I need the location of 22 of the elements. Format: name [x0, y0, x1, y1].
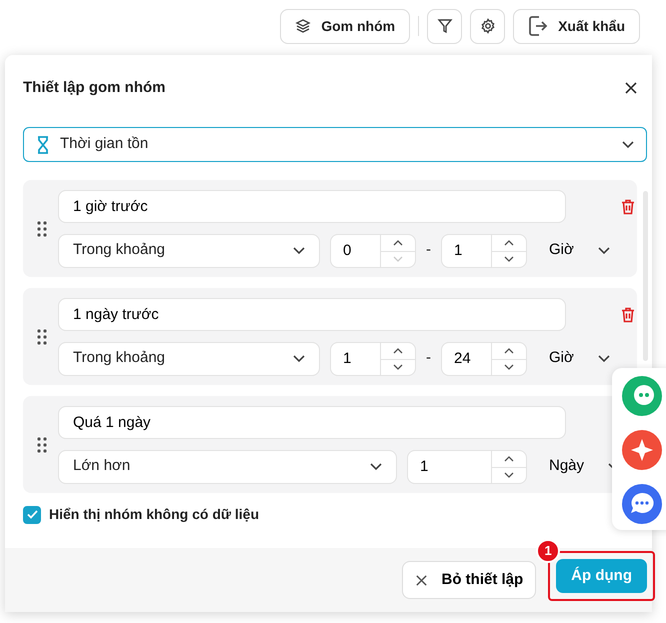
number-field[interactable]: 1 — [441, 234, 491, 268]
range-dash: - — [426, 240, 431, 260]
condition-dropdown[interactable]: Trong khoảng — [58, 234, 320, 268]
export-button[interactable]: Xuất khẩu — [513, 8, 640, 44]
step-badge: 1 — [536, 539, 560, 563]
number-field[interactable]: 1 — [330, 342, 380, 376]
number-field[interactable]: 0 — [330, 234, 380, 268]
number-field[interactable]: 24 — [441, 342, 491, 376]
dialog-title: Thiết lập gom nhóm — [23, 78, 166, 98]
group-name-field[interactable]: 1 giờ trước — [58, 190, 566, 222]
reset-button[interactable]: Bỏ thiết lập — [402, 561, 536, 599]
group-button[interactable]: Gom nhóm — [280, 8, 410, 44]
group-name-field[interactable]: 1 ngày trước — [58, 298, 566, 330]
condition-dropdown[interactable]: Lớn hơn — [58, 450, 397, 484]
range-dash: - — [426, 348, 431, 368]
checkbox-label: Hiển thị nhóm không có dữ liệu — [49, 505, 260, 524]
number-field[interactable]: 1 — [407, 450, 491, 484]
group-name-field[interactable]: Quá 1 ngày — [58, 406, 566, 438]
unit-dropdown[interactable]: Giờ — [537, 347, 610, 370]
unit-dropdown[interactable]: Giờ — [537, 239, 610, 262]
condition-dropdown[interactable]: Trong khoảng — [58, 342, 320, 376]
field-dropdown[interactable]: Thời gian tồn — [23, 127, 647, 162]
